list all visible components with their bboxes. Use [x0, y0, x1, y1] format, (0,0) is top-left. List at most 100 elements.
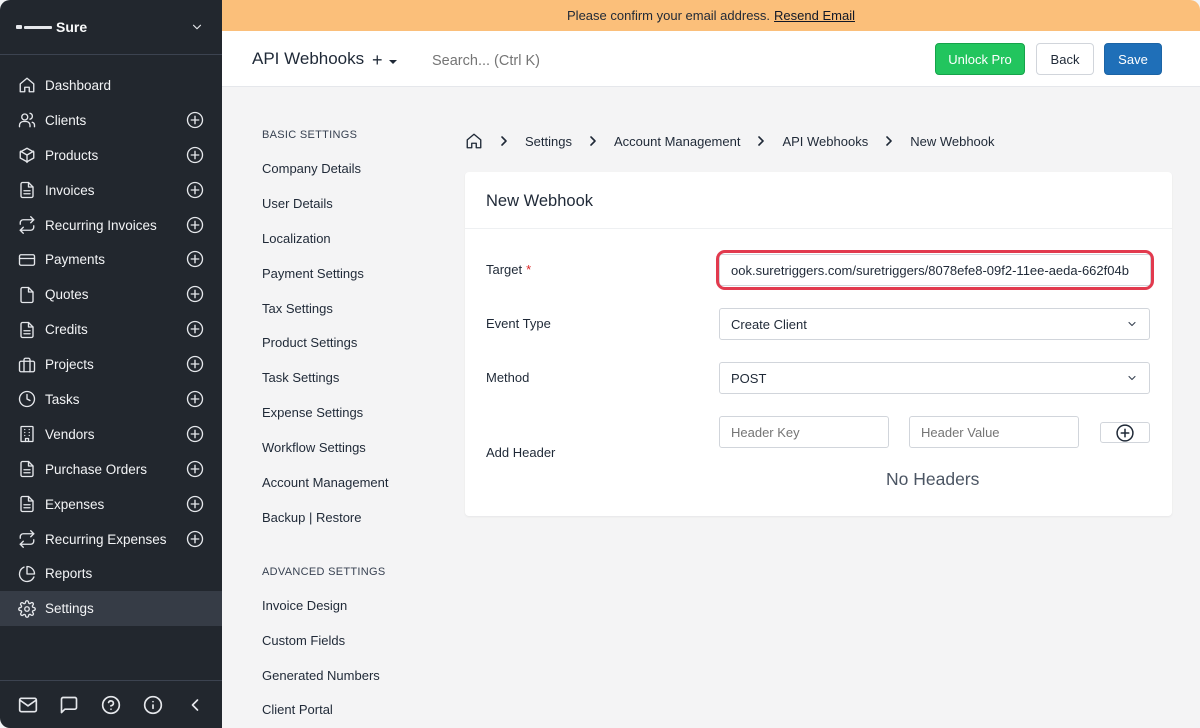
plus-circle-icon[interactable]	[186, 250, 204, 268]
save-button[interactable]: Save	[1104, 43, 1162, 75]
settings-link-payment-settings[interactable]: Payment Settings	[262, 256, 442, 291]
email-confirm-banner: Please confirm your email address. Resen…	[222, 0, 1200, 31]
add-new-dropdown[interactable]: +	[372, 50, 397, 71]
info-icon[interactable]	[143, 695, 163, 715]
plus-circle-icon[interactable]	[186, 285, 204, 303]
plus-circle-icon[interactable]	[186, 146, 204, 164]
sidebar-item-recurring-expenses[interactable]: Recurring Expenses	[0, 522, 222, 557]
chevron-down-icon[interactable]	[190, 20, 204, 34]
event-type-select[interactable]: Create Client	[719, 308, 1150, 340]
plus-circle-icon[interactable]	[186, 390, 204, 408]
resend-email-link[interactable]: Resend Email	[774, 8, 855, 23]
sidebar-item-credits[interactable]: Credits	[0, 312, 222, 347]
settings-link-company-details[interactable]: Company Details	[262, 151, 442, 186]
settings-link-backup-restore[interactable]: Backup | Restore	[262, 500, 442, 535]
file-text-icon	[18, 495, 36, 513]
settings-link-generated-numbers[interactable]: Generated Numbers	[262, 658, 442, 693]
settings-link-custom-fields[interactable]: Custom Fields	[262, 623, 442, 658]
settings-link-workflow-settings[interactable]: Workflow Settings	[262, 430, 442, 465]
plus-icon: +	[372, 50, 383, 70]
plus-circle-icon[interactable]	[186, 216, 204, 234]
caret-down-icon	[388, 59, 397, 64]
clock-icon	[18, 390, 36, 408]
plus-circle-icon[interactable]	[186, 111, 204, 129]
plus-circle-icon[interactable]	[186, 495, 204, 513]
sidebar-item-dashboard[interactable]: Dashboard	[0, 68, 222, 103]
sidebar-item-projects[interactable]: Projects	[0, 347, 222, 382]
home-icon	[18, 76, 36, 94]
plus-circle-icon[interactable]	[186, 320, 204, 338]
chevron-left-icon[interactable]	[185, 695, 205, 715]
no-headers-text: No Headers	[886, 469, 980, 489]
new-webhook-card: New Webhook Target * ook.suretriggers.com…	[465, 172, 1172, 516]
sidebar-item-vendors[interactable]: Vendors	[0, 417, 222, 452]
plus-circle-icon[interactable]	[186, 460, 204, 478]
plus-circle-icon[interactable]	[186, 530, 204, 548]
sidebar-item-products[interactable]: Products	[0, 138, 222, 173]
settings-link-user-details[interactable]: User Details	[262, 186, 442, 221]
sidebar-item-purchase-orders[interactable]: Purchase Orders	[0, 452, 222, 487]
company-name: Sure	[56, 19, 88, 35]
plus-circle-icon[interactable]	[186, 181, 204, 199]
breadcrumb-item[interactable]: Settings	[525, 134, 572, 149]
package-icon	[18, 146, 36, 164]
sidebar-item-settings[interactable]: Settings	[0, 591, 222, 627]
settings-link-client-portal[interactable]: Client Portal	[262, 692, 442, 727]
breadcrumb-item[interactable]: Account Management	[614, 134, 740, 149]
company-switcher[interactable]: Sure	[0, 0, 222, 55]
chevron-right-icon	[588, 135, 598, 147]
settings-link-account-management[interactable]: Account Management	[262, 465, 442, 500]
breadcrumb-item[interactable]: API Webhooks	[782, 134, 868, 149]
chevron-down-icon	[1128, 321, 1136, 327]
settings-link-expense-settings[interactable]: Expense Settings	[262, 395, 442, 430]
company-logo	[16, 23, 52, 31]
app-window: Sure Dashboard Clients Products Invoices Rec…	[0, 0, 1200, 728]
sidebar-item-label: Credits	[45, 322, 88, 338]
breadcrumb-item: New Webhook	[910, 133, 995, 149]
sidebar-item-label: Settings	[45, 601, 94, 617]
required-mark: *	[526, 262, 532, 277]
pie-chart-icon	[18, 565, 36, 583]
file-text-icon	[18, 181, 36, 199]
settings-link-task-settings[interactable]: Task Settings	[262, 360, 442, 395]
chevron-down-icon	[1128, 375, 1136, 381]
mail-icon[interactable]	[18, 695, 38, 715]
sidebar-item-expenses[interactable]: Expenses	[0, 487, 222, 522]
sidebar-item-quotes[interactable]: Quotes	[0, 277, 222, 312]
settings-link-invoice-design[interactable]: Invoice Design	[262, 588, 442, 623]
header-value-input[interactable]	[909, 416, 1079, 448]
home-icon[interactable]	[465, 132, 483, 150]
sidebar-item-label: Payments	[45, 252, 106, 268]
sidebar-item-label: Products	[45, 147, 99, 163]
back-button[interactable]: Back	[1036, 43, 1094, 75]
help-circle-icon[interactable]	[101, 695, 121, 715]
sidebar-item-clients[interactable]: Clients	[0, 103, 222, 138]
settings-link-product-settings[interactable]: Product Settings	[262, 325, 442, 360]
file-text-icon	[18, 460, 36, 478]
sidebar-item-recurring-invoices[interactable]: Recurring Invoices	[0, 208, 222, 243]
sidebar-item-label: Projects	[45, 357, 94, 373]
sidebar-item-label: Reports	[45, 566, 93, 582]
repeat-icon	[18, 530, 36, 548]
sidebar-item-reports[interactable]: Reports	[0, 556, 222, 591]
sidebar-item-tasks[interactable]: Tasks	[0, 382, 222, 417]
sidebar-item-label: Clients	[45, 112, 87, 128]
message-icon[interactable]	[59, 695, 79, 715]
method-label: Method	[486, 370, 530, 385]
unlock-pro-button[interactable]: Unlock Pro	[935, 43, 1025, 75]
users-icon	[18, 111, 36, 129]
method-select[interactable]: POST	[719, 362, 1150, 394]
settings-link-tax-settings[interactable]: Tax Settings	[262, 291, 442, 326]
add-header-button[interactable]	[1100, 422, 1150, 443]
settings-link-localization[interactable]: Localization	[262, 221, 442, 256]
sidebar-item-label: Vendors	[45, 426, 95, 442]
sidebar-item-payments[interactable]: Payments	[0, 242, 222, 277]
plus-circle-icon[interactable]	[186, 425, 204, 443]
credit-card-icon	[18, 251, 36, 269]
search-input[interactable]	[432, 53, 632, 69]
header-key-input[interactable]	[719, 416, 889, 448]
sidebar-item-invoices[interactable]: Invoices	[0, 173, 222, 208]
sidebar-item-label: Invoices	[45, 182, 95, 198]
sidebar-item-label: Recurring Expenses	[45, 531, 167, 547]
plus-circle-icon[interactable]	[186, 355, 204, 373]
